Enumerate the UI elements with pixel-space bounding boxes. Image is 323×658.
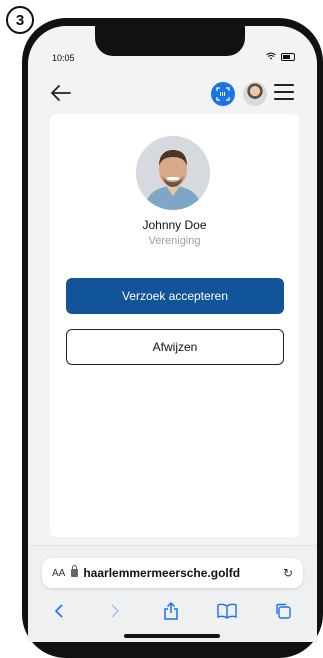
browser-toolbar: AA haarlemmermeersche.golfd ↻ <box>28 545 317 642</box>
profile-photo-image <box>136 136 210 210</box>
wifi-icon <box>266 52 276 62</box>
tabs-button[interactable] <box>270 598 296 624</box>
phone-notch <box>95 26 245 56</box>
bookmarks-button[interactable] <box>214 598 240 624</box>
share-button[interactable] <box>158 598 184 624</box>
menu-icon-line <box>274 98 294 100</box>
profile-photo <box>136 136 210 210</box>
home-indicator <box>124 634 220 638</box>
chevron-left-icon <box>54 604 63 618</box>
reject-button[interactable]: Afwijzen <box>66 329 284 365</box>
menu-icon-line <box>274 91 294 93</box>
scan-icon <box>216 87 230 101</box>
user-avatar[interactable] <box>243 82 267 106</box>
request-card: Johnny Doe Vereniging Verzoek accepteren… <box>50 114 299 537</box>
text-size-button[interactable]: AA <box>52 568 65 579</box>
menu-button[interactable] <box>274 84 294 102</box>
status-icons <box>266 52 295 62</box>
battery-icon <box>281 53 295 61</box>
lock-icon <box>71 565 79 577</box>
back-arrow-icon <box>51 85 71 101</box>
browser-nav-toolbar <box>28 598 317 624</box>
chevron-right-icon <box>111 604 120 618</box>
url-text[interactable]: haarlemmermeersche.golfd <box>83 566 240 580</box>
browser-forward-button[interactable] <box>102 598 128 624</box>
app-header <box>28 76 317 112</box>
profile-name: Johnny Doe <box>142 218 207 232</box>
phone-screen: 10:05 Johnny Doe Vereniging Verzoek acce… <box>28 26 317 642</box>
status-time: 10:05 <box>52 53 75 63</box>
step-number-badge: 3 <box>6 6 34 34</box>
bookmarks-icon <box>217 603 237 619</box>
accept-request-button[interactable]: Verzoek accepteren <box>66 278 284 314</box>
profile-role: Vereniging <box>148 235 201 247</box>
address-bar[interactable]: AA haarlemmermeersche.golfd ↻ <box>42 558 303 588</box>
reload-icon[interactable]: ↻ <box>283 566 293 580</box>
menu-icon-line <box>274 84 294 86</box>
back-button[interactable] <box>48 82 74 104</box>
browser-back-button[interactable] <box>46 598 72 624</box>
tabs-icon <box>276 603 291 619</box>
scan-button[interactable] <box>211 82 235 106</box>
share-icon <box>164 602 178 620</box>
